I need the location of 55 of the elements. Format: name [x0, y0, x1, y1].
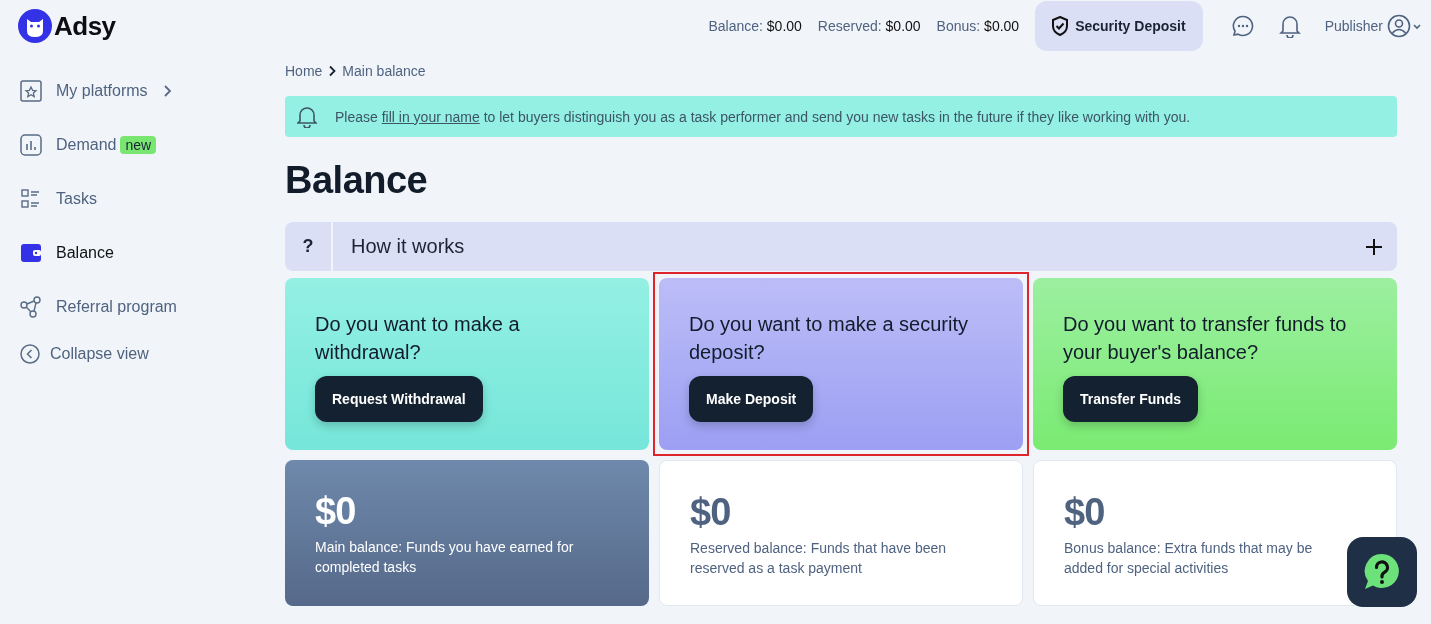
balance-stat: Balance: $0.00 — [708, 18, 802, 34]
question-mark: ? — [285, 222, 333, 271]
chat-icon[interactable] — [1230, 14, 1255, 38]
sidebar-item-label: Referral program — [56, 298, 177, 316]
owl-logo-icon — [18, 9, 52, 43]
star-window-icon — [20, 80, 42, 102]
balance-amount: $0 — [315, 490, 357, 533]
sidebar-item[interactable]: Balance — [20, 226, 285, 280]
shield-check-icon — [1051, 16, 1070, 36]
balance-description: Main balance: Funds you have earned for completed tasks — [315, 538, 575, 577]
card-question: Do you want to make a security deposit? — [689, 312, 969, 365]
how-it-works-accordion[interactable]: ? How it works — [285, 222, 1397, 271]
sidebar-item[interactable]: Tasks — [20, 172, 285, 226]
balance-stat: Reserved: $0.00 — [817, 18, 921, 34]
sidebar-item-label: Demand — [56, 136, 117, 154]
balance-description: Reserved balance: Funds that have been reserved as a task payment — [690, 539, 948, 578]
help-chat-button[interactable] — [1347, 537, 1417, 607]
breadcrumb-link[interactable]: Home — [285, 63, 323, 79]
breadcrumb-link[interactable]: Main balance — [342, 63, 426, 79]
chevron-right-icon — [328, 65, 337, 77]
question-bubble-icon — [1362, 552, 1402, 592]
balance-stat: Bonus: $0.00 — [936, 18, 1020, 34]
user-avatar-icon[interactable] — [1387, 14, 1423, 38]
sidebar-item-label: My platforms — [56, 82, 148, 100]
bell-icon[interactable] — [1278, 14, 1301, 38]
balance-amount: $0 — [1064, 491, 1106, 534]
collapse-view-button[interactable]: Collapse view — [20, 344, 285, 364]
bell-icon — [297, 105, 317, 128]
bar-chart-icon — [20, 134, 42, 156]
balance-amount: $0 — [690, 491, 732, 534]
card-question: Do you want to transfer funds to your buyer's balance? — [1063, 312, 1348, 365]
wallet-icon — [20, 242, 42, 264]
action-button[interactable]: Make Deposit — [689, 376, 814, 422]
sidebar-item[interactable]: Referral program — [20, 280, 285, 334]
sidebar-item-label: Tasks — [56, 190, 97, 208]
notice-text: Please fill in your name to let buyers distinguish you as a task performer and send you new tasks in the future if they like working with you. — [335, 108, 1191, 125]
sidebar-item-label: Balance — [56, 244, 114, 262]
balance-description: Bonus balance: Extra funds that may be added for special activities — [1064, 539, 1314, 578]
action-button[interactable]: Transfer Funds — [1063, 376, 1199, 422]
page-title: Balance — [285, 159, 429, 202]
fill-name-link[interactable]: fill in your name — [381, 108, 480, 125]
share-nodes-icon — [20, 296, 42, 318]
plus-icon — [1365, 237, 1383, 256]
action-button[interactable]: Request Withdrawal — [315, 376, 483, 422]
card-question: Do you want to make a withdrawal? — [315, 312, 521, 365]
security-deposit-button[interactable]: Security Deposit — [1035, 1, 1203, 51]
chevron-right-icon — [161, 84, 172, 98]
accordion-title: How it works — [350, 235, 466, 258]
user-menu[interactable]: Publisher — [1324, 18, 1383, 34]
list-icon — [20, 188, 42, 210]
brand-name[interactable]: Adsy — [54, 10, 116, 42]
new-badge: new — [120, 136, 157, 154]
sidebar-item[interactable]: My platforms — [20, 64, 285, 118]
sidebar-item[interactable]: Demand new — [20, 118, 285, 172]
chevron-left-circle-icon — [20, 344, 40, 364]
